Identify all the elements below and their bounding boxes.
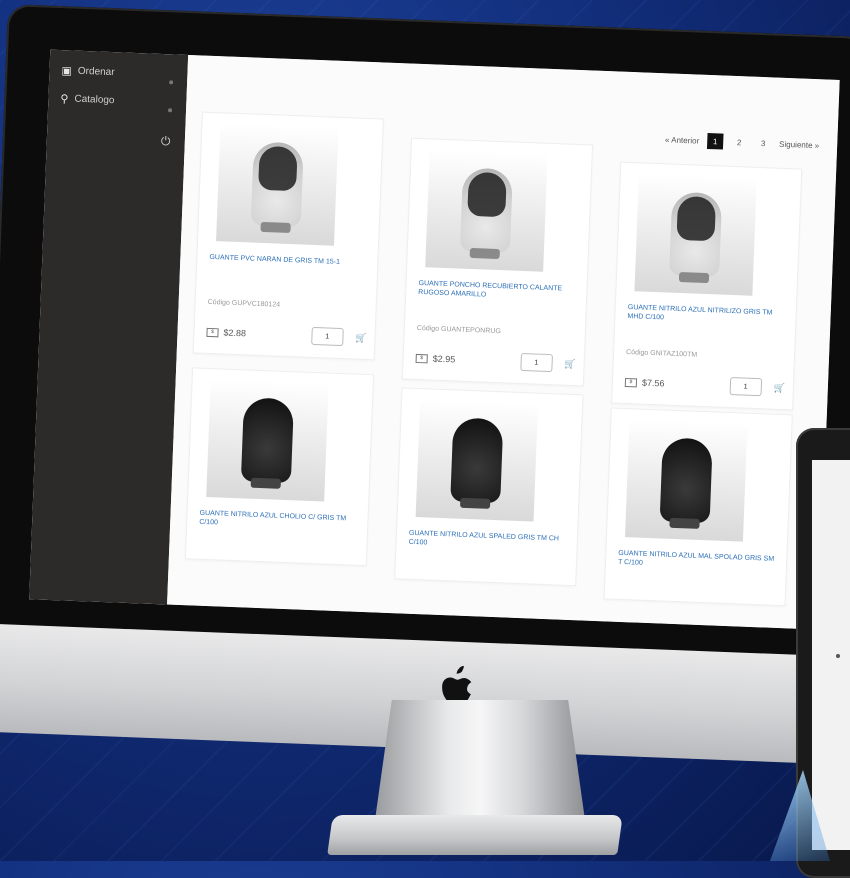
- pagination-next[interactable]: Siguiente »: [779, 139, 819, 150]
- app-screen: ▣ Ordenar ⚲ Catalogo ⏻ « Anterior 1 2 3: [29, 49, 840, 630]
- page-1-button[interactable]: 1: [706, 132, 724, 150]
- price-value: $7.56: [641, 377, 665, 389]
- code-value: GNITAZ100TM: [650, 349, 698, 359]
- product-card: GUANTE PONCHO RECUBIERTO CALANTE RUGOSO …: [401, 137, 594, 387]
- price-row: $ $2.88 1 🛒: [206, 323, 367, 347]
- quantity-input[interactable]: 1: [310, 326, 344, 347]
- product-image[interactable]: [425, 149, 548, 272]
- add-to-cart-icon[interactable]: 🛒: [564, 358, 576, 369]
- product-price: $ $7.56: [624, 377, 665, 389]
- code-value: GUANTEPONRUG: [440, 325, 501, 336]
- product-image[interactable]: [634, 173, 757, 296]
- glove-image: [240, 397, 295, 484]
- cart-icon: ▣: [61, 65, 73, 78]
- monitor-bezel: ▣ Ordenar ⚲ Catalogo ⏻ « Anterior 1 2 3: [0, 4, 850, 659]
- sidebar: ▣ Ordenar ⚲ Catalogo ⏻: [29, 49, 189, 605]
- sidebar-item-label: Ordenar: [77, 65, 115, 79]
- product-name-link[interactable]: GUANTE PVC NARAN DE GRIS TM 15-1: [209, 253, 369, 268]
- product-card: GUANTE NITRILO AZUL NITRILIZO GRIS TM MH…: [611, 161, 803, 411]
- product-image[interactable]: [415, 399, 539, 522]
- product-price: $ $2.88: [206, 327, 247, 339]
- price-row: $ $2.95 1 🛒: [415, 349, 576, 373]
- glove-image: [250, 141, 304, 228]
- power-icon[interactable]: ⏻: [161, 134, 171, 149]
- product-price: $ $2.95: [415, 353, 456, 365]
- price-tag-icon: $: [624, 377, 638, 387]
- monitor-stand-neck: [375, 700, 585, 820]
- tablet-screen: [812, 460, 850, 850]
- product-name-link[interactable]: GUANTE NITRILO AZUL NITRILIZO GRIS TM MH…: [627, 303, 788, 327]
- pin-icon: ⚲: [60, 93, 69, 106]
- sidebar-item-ordenar[interactable]: ▣ Ordenar: [61, 64, 115, 79]
- glove-image: [669, 191, 723, 278]
- quantity-input[interactable]: 1: [520, 352, 553, 373]
- product-image[interactable]: [216, 123, 339, 246]
- quantity-input[interactable]: 1: [729, 376, 762, 397]
- product-name-link[interactable]: GUANTE NITRILO AZUL MAL SPOLAD GRIS SM T…: [618, 549, 779, 573]
- price-tag-icon: $: [206, 327, 219, 337]
- catalog-main: « Anterior 1 2 3 Siguiente » GUANTE PVC …: [167, 54, 840, 630]
- product-name-link[interactable]: GUANTE NITRILO AZUL CHOLIO C/ GRIS TM C/…: [199, 509, 360, 533]
- sidebar-indicator: [169, 80, 174, 85]
- price-row: $ $7.56 1 🛒: [624, 373, 786, 397]
- product-card: GUANTE NITRILO AZUL MAL SPOLAD GRIS SM T…: [603, 407, 793, 607]
- price-tag-icon: $: [415, 353, 428, 363]
- glove-image: [659, 437, 713, 524]
- pagination: « Anterior 1 2 3 Siguiente »: [665, 131, 820, 153]
- page-2-button[interactable]: 2: [731, 134, 748, 151]
- page-3-button[interactable]: 3: [755, 135, 772, 152]
- product-card: GUANTE NITRILO AZUL CHOLIO C/ GRIS TM C/…: [184, 367, 375, 567]
- product-image[interactable]: [206, 379, 329, 502]
- sidebar-item-catalogo[interactable]: ⚲ Catalogo: [60, 92, 115, 107]
- product-card: GUANTE NITRILO AZUL SPALED GRIS TM CH C/…: [394, 387, 584, 587]
- product-image[interactable]: [624, 419, 748, 542]
- pagination-prev[interactable]: « Anterior: [665, 135, 700, 145]
- glove-image: [459, 167, 514, 254]
- code-value: GUPVC180124: [231, 299, 281, 309]
- imac-monitor: ▣ Ordenar ⚲ Catalogo ⏻ « Anterior 1 2 3: [0, 4, 850, 765]
- code-label: Código: [625, 348, 649, 357]
- product-code: Código GNITAZ100TM: [626, 349, 697, 359]
- product-code: Código GUANTEPONRUG: [417, 325, 501, 335]
- product-name-link[interactable]: GUANTE PONCHO RECUBIERTO CALANTE RUGOSO …: [418, 279, 579, 303]
- tablet-camera: [836, 654, 840, 658]
- product-name-link[interactable]: GUANTE NITRILO AZUL SPALED GRIS TM CH C/…: [408, 529, 569, 553]
- sidebar-indicator: [167, 108, 173, 113]
- glove-image: [450, 417, 504, 504]
- monitor-stand-foot: [327, 815, 623, 855]
- price-value: $2.88: [223, 327, 247, 339]
- add-to-cart-icon[interactable]: 🛒: [355, 332, 367, 343]
- product-code: Código GUPVC180124: [208, 299, 281, 309]
- sidebar-item-label: Catalogo: [74, 93, 115, 107]
- code-label: Código: [207, 298, 230, 307]
- code-label: Código: [416, 324, 440, 333]
- product-card: GUANTE PVC NARAN DE GRIS TM 15-1 Código …: [192, 111, 384, 361]
- price-value: $2.95: [432, 353, 456, 365]
- add-to-cart-icon[interactable]: 🛒: [773, 382, 785, 393]
